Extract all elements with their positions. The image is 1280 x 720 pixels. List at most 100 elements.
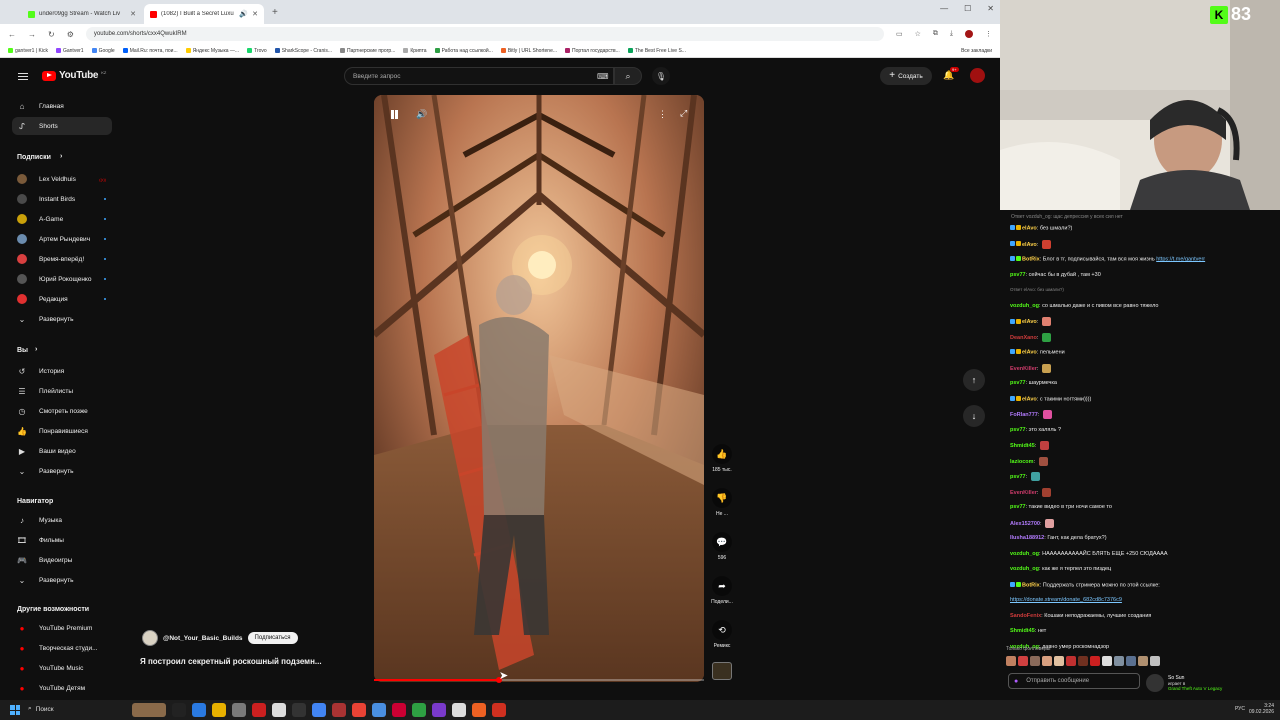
- chat-username[interactable]: Alex152700: [1010, 520, 1040, 526]
- bookmark-item[interactable]: Работа над ссылкой...: [434, 48, 493, 54]
- chat-username[interactable]: BotRix: [1022, 256, 1040, 262]
- audio-thumbnail[interactable]: [712, 662, 732, 680]
- emote-picker-icon[interactable]: [1030, 656, 1040, 666]
- shorts-video-player[interactable]: [374, 95, 704, 682]
- bookmark-item[interactable]: Крипта: [403, 48, 427, 54]
- sidebar-expand-navigator[interactable]: ⌄ Развернуть: [12, 571, 112, 589]
- chat-username[interactable]: psv77: [1010, 380, 1026, 386]
- windows-start-icon[interactable]: [10, 705, 20, 715]
- close-tab-icon[interactable]: ✕: [130, 10, 136, 18]
- sidebar-item-more[interactable]: ● Творческая студи...: [12, 639, 112, 657]
- chat-username[interactable]: psv77: [1010, 504, 1026, 510]
- chat-link[interactable]: https://donate.stream/donate_682cd8c7376…: [1010, 597, 1122, 603]
- firefox-icon[interactable]: [472, 703, 486, 717]
- sidebar-item-you[interactable]: ◷ Смотреть позже: [12, 402, 112, 420]
- minimize-icon[interactable]: —: [940, 4, 948, 13]
- sidebar-subscription[interactable]: Юрий Рокощенко: [12, 270, 112, 288]
- chat-input[interactable]: ● Отправить сообщение: [1008, 673, 1140, 689]
- back-icon[interactable]: ←: [8, 30, 16, 39]
- video-title[interactable]: Я построил секретный роскошный подземн..…: [140, 657, 362, 666]
- sidebar-subscription[interactable]: A-Game: [12, 210, 112, 228]
- search-button[interactable]: ⌕: [614, 67, 642, 85]
- all-bookmarks[interactable]: Все закладки: [961, 48, 992, 54]
- chat-username[interactable]: FoRlan777: [1010, 412, 1038, 418]
- bookmark-item[interactable]: Google: [91, 48, 115, 54]
- search-input[interactable]: Введите запрос: [344, 67, 614, 85]
- tab-kick-stream[interactable]: under09gg Stream - Watch Liv ✕: [22, 4, 142, 24]
- chat-username[interactable]: BotRix: [1022, 582, 1040, 588]
- bookmark-item[interactable]: gantver1 | Kick: [8, 48, 48, 54]
- sidebar-item-more[interactable]: ● YouTube Детям: [12, 679, 112, 697]
- taskbar-search[interactable]: ⌕ Поиск: [28, 705, 54, 713]
- settings-icon[interactable]: [452, 703, 466, 717]
- more-options-icon[interactable]: ⋮: [658, 109, 667, 120]
- profile-avatar[interactable]: [965, 30, 973, 38]
- emote-picker-icon[interactable]: [1138, 656, 1148, 666]
- vpn-icon[interactable]: [432, 703, 446, 717]
- fullscreen-icon[interactable]: ⤢: [680, 108, 687, 119]
- bookmark-item[interactable]: Партнерские прогр...: [340, 48, 395, 54]
- bookmark-item[interactable]: Bitly | URL Shortene...: [500, 48, 557, 54]
- next-short-button[interactable]: ↓: [963, 405, 985, 427]
- chat-username[interactable]: psv77: [1010, 272, 1026, 278]
- emote-picker-icon[interactable]: [1054, 656, 1064, 666]
- app-icon[interactable]: [492, 703, 506, 717]
- pause-icon[interactable]: [388, 109, 400, 121]
- chat-username[interactable]: EvenKiller: [1010, 489, 1037, 495]
- you-header[interactable]: Вы: [17, 347, 28, 354]
- emote-picker-icon[interactable]: [1150, 656, 1160, 666]
- account-avatar[interactable]: [970, 68, 985, 83]
- emote-picker-icon[interactable]: [1078, 656, 1088, 666]
- chat-username[interactable]: psv77: [1010, 474, 1026, 480]
- bookmark-item[interactable]: SharkScope - Cranis...: [274, 48, 332, 54]
- task-view-icon[interactable]: [172, 703, 186, 717]
- volume-icon[interactable]: 🔊: [416, 109, 427, 120]
- epic-icon[interactable]: [272, 703, 286, 717]
- forward-icon[interactable]: →: [28, 30, 36, 39]
- emote-picker-icon[interactable]: [1066, 656, 1076, 666]
- chat-username[interactable]: elAvo: [1022, 349, 1037, 355]
- sidebar-item-you[interactable]: 👍 Понравившиеся: [12, 422, 112, 440]
- emote-picker-icon[interactable]: [1090, 656, 1100, 666]
- subscribe-button[interactable]: Подписаться: [247, 632, 298, 644]
- chrome-icon[interactable]: [352, 703, 366, 717]
- emote-picker-icon[interactable]: [1102, 656, 1112, 666]
- channel-name[interactable]: @Not_Your_Basic_Builds: [163, 635, 243, 642]
- sidebar-item-more[interactable]: ● YouTube Music: [12, 659, 112, 677]
- app-icon[interactable]: [332, 703, 346, 717]
- app-icon[interactable]: [372, 703, 386, 717]
- chat-username[interactable]: Shmidt45: [1010, 628, 1035, 634]
- url-field[interactable]: youtube.com/shorts/cxx4QwukIRM: [85, 27, 884, 41]
- input-language[interactable]: РУС: [1235, 706, 1245, 712]
- yandex-icon[interactable]: [392, 703, 406, 717]
- subscriptions-header[interactable]: Подписки: [17, 154, 51, 161]
- close-window-icon[interactable]: ✕: [987, 4, 994, 13]
- sidebar-subscription[interactable]: Lex Veldhuis ((•)): [12, 170, 112, 188]
- dislike-button[interactable]: 👎 Не ...: [708, 488, 736, 517]
- chat-username[interactable]: Shmidt45: [1010, 443, 1035, 449]
- chat-username[interactable]: EvenKiller: [1010, 365, 1037, 371]
- emote-picker-icon[interactable]: [1126, 656, 1136, 666]
- sidebar-item-shorts[interactable]: ᔑ Shorts: [12, 117, 112, 135]
- create-button[interactable]: + Создать: [880, 67, 932, 85]
- widgets-icon[interactable]: [132, 703, 166, 717]
- sidebar-subscription[interactable]: Instant Birds: [12, 190, 112, 208]
- emote-picker-icon[interactable]: [1006, 656, 1016, 666]
- more-features-header[interactable]: Другие возможности: [17, 606, 89, 613]
- download-icon[interactable]: ⤓: [950, 30, 953, 38]
- obs-icon[interactable]: [292, 703, 306, 717]
- chat-link[interactable]: https://t.me/gantverr: [1156, 256, 1205, 262]
- chat-username[interactable]: vozduh_og: [1010, 551, 1039, 557]
- sidebar-item-home[interactable]: ⌂ Главная: [12, 97, 112, 115]
- chat-username[interactable]: psv77: [1010, 427, 1026, 433]
- sidebar-item-navigator[interactable]: 🎞 Фильмы: [12, 531, 112, 549]
- sidebar-item-navigator[interactable]: 🎮 Видеоигры: [12, 551, 112, 569]
- bookmark-item[interactable]: Mail.Ru: почта, пои...: [122, 48, 178, 54]
- bookmark-item[interactable]: Яндекс Музыка —...: [185, 48, 239, 54]
- chat-username[interactable]: Ilusha188912: [1010, 535, 1044, 541]
- chat-username[interactable]: elAvo: [1022, 319, 1037, 325]
- chat-username[interactable]: SandoFenix: [1010, 613, 1041, 619]
- voice-search-button[interactable]: 🎙: [652, 67, 670, 85]
- app-icon[interactable]: [252, 703, 266, 717]
- chat-username[interactable]: vozduh_og: [1010, 566, 1039, 572]
